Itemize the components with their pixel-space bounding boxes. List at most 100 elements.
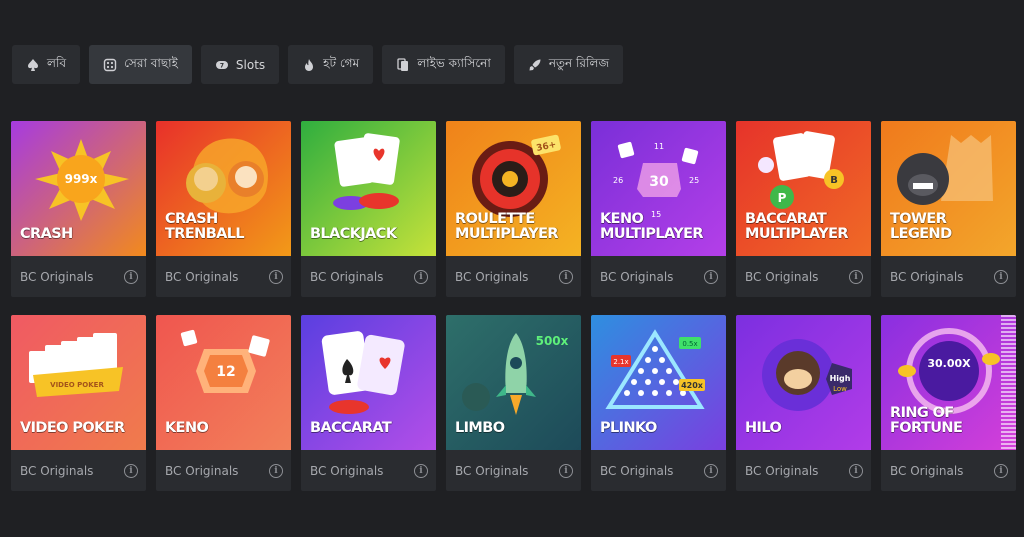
game-card[interactable]: 36+ ROULETTE MULTIPLAYER BC Originals i <box>446 121 581 297</box>
game-title: BACCARAT <box>310 420 392 436</box>
game-meta: BC Originals i <box>736 256 871 297</box>
info-icon[interactable]: i <box>124 463 138 478</box>
game-thumbnail[interactable]: BACCARAT <box>301 315 436 450</box>
provider-label: BC Originals <box>20 269 94 284</box>
provider-label: BC Originals <box>20 463 94 478</box>
info-icon[interactable]: i <box>994 269 1008 284</box>
svg-text:P: P <box>778 191 787 205</box>
game-title: ROULETTE MULTIPLAYER <box>455 211 559 242</box>
info-icon[interactable]: i <box>414 463 428 478</box>
svg-text:26: 26 <box>613 176 623 185</box>
game-title: RING OF FORTUNE <box>890 405 963 436</box>
info-icon[interactable]: i <box>849 269 863 284</box>
info-icon[interactable]: i <box>559 269 573 284</box>
info-icon[interactable]: i <box>849 463 863 478</box>
game-card[interactable]: 30.00X RING OF FORTUNE BC Originals i <box>881 315 1016 491</box>
tab-5[interactable]: লাইভ ক্যাসিনো <box>382 45 505 84</box>
game-thumbnail[interactable]: VIDEO POKER VIDEO POKER <box>11 315 146 450</box>
tab-3[interactable]: 7 Slots <box>200 45 280 84</box>
game-meta: BC Originals i <box>736 450 871 491</box>
provider-label: BC Originals <box>165 463 239 478</box>
game-title: BLACKJACK <box>310 226 397 242</box>
provider-label: BC Originals <box>165 269 239 284</box>
game-card[interactable]: 30 11 26 25 15 KENO MULTIPLAYER BC Origin… <box>591 121 726 297</box>
provider-label: BC Originals <box>600 269 674 284</box>
svg-text:999x: 999x <box>65 172 98 186</box>
category-tabs: লবি সেরা বাছাই 7 Slots হট গেম লাইভ ক্যাসিনো নত… <box>12 45 624 84</box>
game-thumbnail[interactable]: P B BACCARAT MULTIPLAYER <box>736 121 871 256</box>
game-card[interactable]: 2.1x 0.5x 420x PLINKO BC Originals i <box>591 315 726 491</box>
game-thumbnail[interactable]: 36+ ROULETTE MULTIPLAYER <box>446 121 581 256</box>
info-icon[interactable]: i <box>269 269 283 284</box>
tab-label: লবি <box>47 55 67 70</box>
info-icon[interactable]: i <box>414 269 428 284</box>
info-icon[interactable]: i <box>704 269 718 284</box>
game-thumbnail[interactable]: 999x CRASH <box>11 121 146 256</box>
game-thumbnail[interactable]: TOWER LEGEND <box>881 121 1016 256</box>
game-meta: BC Originals i <box>301 256 436 297</box>
info-icon[interactable]: i <box>704 463 718 478</box>
slots-icon: 7 <box>215 58 229 72</box>
cards-icon <box>396 57 410 72</box>
game-title: TOWER LEGEND <box>890 211 952 242</box>
provider-label: BC Originals <box>890 463 964 478</box>
game-meta: BC Originals i <box>156 450 291 491</box>
rocket-icon <box>528 58 542 72</box>
game-meta: BC Originals i <box>591 256 726 297</box>
provider-label: BC Originals <box>745 463 819 478</box>
game-thumbnail[interactable]: CRASH TRENBALL <box>156 121 291 256</box>
info-icon[interactable]: i <box>124 269 138 284</box>
tab-1[interactable]: লবি <box>12 45 81 84</box>
game-card[interactable]: CRASH TRENBALL BC Originals i <box>156 121 291 297</box>
game-card[interactable]: TOWER LEGEND BC Originals i <box>881 121 1016 297</box>
svg-text:High: High <box>830 374 851 383</box>
game-title: KENO <box>165 420 209 436</box>
svg-text:Low: Low <box>833 385 847 393</box>
game-meta: BC Originals i <box>11 256 146 297</box>
tab-label: সেরা বাছাই <box>124 55 178 70</box>
tab-2[interactable]: সেরা বাছাই <box>89 45 192 84</box>
game-card[interactable]: P B BACCARAT MULTIPLAYER BC Originals i <box>736 121 871 297</box>
game-meta: BC Originals i <box>156 256 291 297</box>
svg-text:0.5x: 0.5x <box>682 340 697 348</box>
game-thumbnail[interactable]: 30 11 26 25 15 KENO MULTIPLAYER <box>591 121 726 256</box>
game-card[interactable]: VIDEO POKER VIDEO POKER BC Originals i <box>11 315 146 491</box>
svg-text:30.00X: 30.00X <box>927 357 971 370</box>
game-title: PLINKO <box>600 420 657 436</box>
game-meta: BC Originals i <box>591 450 726 491</box>
info-icon[interactable]: i <box>559 463 573 478</box>
game-card[interactable]: 999x CRASH BC Originals i <box>11 121 146 297</box>
game-thumbnail[interactable]: 2.1x 0.5x 420x PLINKO <box>591 315 726 450</box>
game-title: CRASH <box>20 226 73 242</box>
svg-text:2.1x: 2.1x <box>613 358 628 366</box>
game-thumbnail[interactable]: High Low HILO <box>736 315 871 450</box>
game-card[interactable]: 500x LIMBO BC Originals i <box>446 315 581 491</box>
game-meta: BC Originals i <box>301 450 436 491</box>
svg-text:VIDEO POKER: VIDEO POKER <box>50 381 104 389</box>
game-grid: 999x CRASH BC Originals i CRASH TRENBALL BC … <box>11 121 1016 491</box>
svg-text:B: B <box>830 175 838 186</box>
provider-label: BC Originals <box>600 463 674 478</box>
tab-4[interactable]: হট গেম <box>288 45 374 84</box>
info-icon[interactable]: i <box>994 463 1008 478</box>
game-meta: BC Originals i <box>881 450 1016 491</box>
provider-label: BC Originals <box>310 269 384 284</box>
svg-text:11: 11 <box>654 142 664 151</box>
tab-label: Slots <box>235 57 266 72</box>
tab-6[interactable]: নতুন রিলিজ <box>513 45 624 84</box>
provider-label: BC Originals <box>745 269 819 284</box>
game-thumbnail[interactable]: 500x LIMBO <box>446 315 581 450</box>
info-icon[interactable]: i <box>269 463 283 478</box>
game-title: CRASH TRENBALL <box>165 211 245 242</box>
game-thumbnail[interactable]: BLACKJACK <box>301 121 436 256</box>
game-card[interactable]: High Low HILO BC Originals i <box>736 315 871 491</box>
game-meta: BC Originals i <box>446 256 581 297</box>
game-thumbnail[interactable]: 12 KENO <box>156 315 291 450</box>
game-card[interactable]: BLACKJACK BC Originals i <box>301 121 436 297</box>
game-title: HILO <box>745 420 782 436</box>
game-thumbnail[interactable]: 30.00X RING OF FORTUNE <box>881 315 1016 450</box>
game-card[interactable]: BACCARAT BC Originals i <box>301 315 436 491</box>
tab-label: হট গেম <box>323 55 360 70</box>
game-title: VIDEO POKER <box>20 420 125 436</box>
game-card[interactable]: 12 KENO BC Originals i <box>156 315 291 491</box>
